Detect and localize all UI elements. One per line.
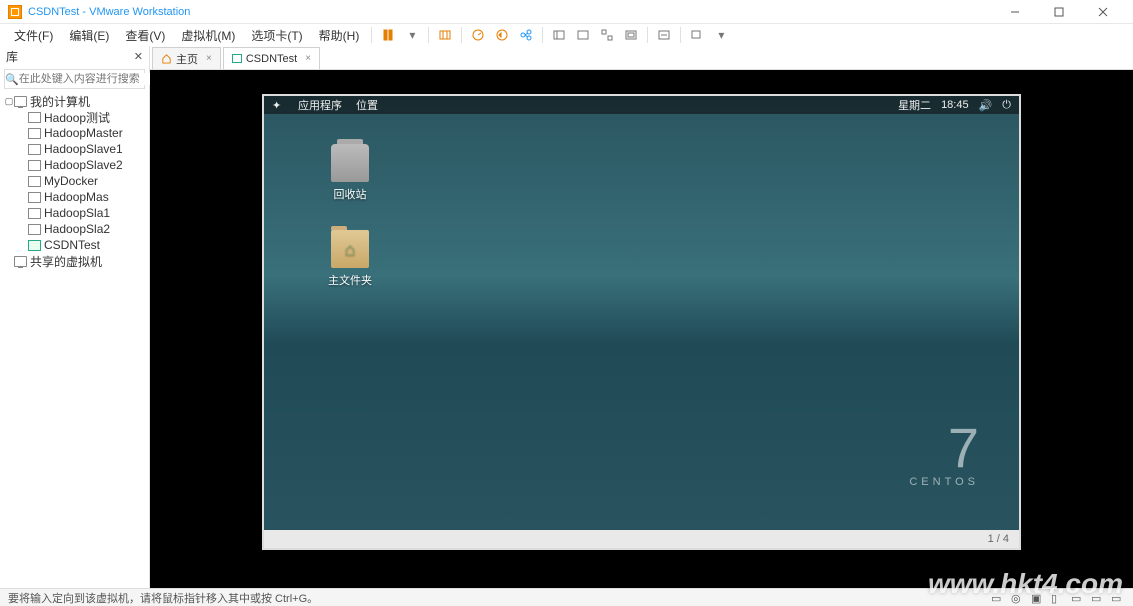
centos-logo-icon: ✦ [272, 99, 284, 111]
toolbar-cycle-dropdown[interactable]: ▾ [710, 25, 732, 45]
guest-desktop[interactable]: ✦ 应用程序 位置 星期二 18:45 🔊 ⏻ 回收站 [264, 96, 1019, 548]
status-sound-icon[interactable]: ▭ [1071, 592, 1085, 604]
vm-running-icon [232, 54, 242, 63]
menubar: 文件(F) 编辑(E) 查看(V) 虚拟机(M) 选项卡(T) 帮助(H) ▾ … [0, 24, 1133, 46]
vm-icon [28, 160, 41, 171]
menu-view[interactable]: 查看(V) [117, 27, 173, 44]
status-net-icon[interactable]: ▣ [1031, 592, 1045, 604]
guest-menu-applications[interactable]: 应用程序 [298, 97, 342, 113]
tree-root-my-computer[interactable]: ▢ 我的计算机 [0, 93, 149, 109]
toolbar-snapshot-button[interactable] [467, 25, 489, 45]
vm-icon [28, 128, 41, 139]
toolbar-snapshot-revert-button[interactable] [491, 25, 513, 45]
tab-csdntest[interactable]: CSDNTest × [223, 47, 320, 69]
toolbar-cycle-button[interactable] [686, 25, 708, 45]
workspace-indicator[interactable]: 1 / 4 [988, 533, 1009, 545]
sidebar-close-button[interactable]: ✕ [134, 50, 143, 63]
toolbar-pause-button[interactable] [377, 25, 399, 45]
tree-item-hadoopmas[interactable]: HadoopMas [0, 189, 149, 205]
library-tree: ▢ 我的计算机 Hadoop测试 HadoopMaster HadoopSlav… [0, 91, 149, 271]
tab-close-icon[interactable]: × [305, 53, 311, 64]
desktop-trash[interactable]: 回收站 [320, 144, 380, 202]
tree-shared-label: 共享的虚拟机 [30, 253, 102, 270]
menu-file[interactable]: 文件(F) [6, 27, 61, 44]
guest-menu-places[interactable]: 位置 [356, 97, 378, 113]
vm-icon [28, 176, 41, 187]
tree-item-hadoop-master[interactable]: HadoopMaster [0, 125, 149, 141]
tree-item-hadoopsla1[interactable]: HadoopSla1 [0, 205, 149, 221]
tree-item-hadoop-slave2[interactable]: HadoopSlave2 [0, 157, 149, 173]
status-hint: 要将输入定向到该虚拟机，请将鼠标指针移入其中或按 Ctrl+G。 [8, 590, 318, 606]
trash-icon [331, 144, 369, 182]
tab-row: 主页 × CSDNTest × [150, 46, 1133, 70]
toolbar-view-console-button[interactable] [572, 25, 594, 45]
computer-icon [14, 256, 27, 267]
vm-icon [28, 192, 41, 203]
guest-clock-time[interactable]: 18:45 [941, 99, 969, 111]
library-sidebar: 库 ✕ 🔍 ▼ ▢ 我的计算机 Hadoop测试 HadoopMaster Ha… [0, 46, 150, 588]
tree-item-hadoopsla2[interactable]: HadoopSla2 [0, 221, 149, 237]
tree-shared-vms[interactable]: 共享的虚拟机 [0, 253, 149, 269]
status-hdd-icon[interactable]: ▭ [991, 592, 1005, 604]
tab-home[interactable]: 主页 × [152, 47, 221, 69]
statusbar: 要将输入定向到该虚拟机，请将鼠标指针移入其中或按 Ctrl+G。 ▭ ◎ ▣ ▯… [0, 588, 1133, 606]
tree-root-label: 我的计算机 [30, 93, 90, 110]
status-device-icons: ▭ ◎ ▣ ▯ ▭ ▭ ▭ [991, 592, 1125, 604]
status-printer-icon[interactable]: ▭ [1091, 592, 1105, 604]
sidebar-search[interactable]: 🔍 ▼ [4, 69, 145, 89]
menu-edit[interactable]: 编辑(E) [61, 27, 117, 44]
vm-icon [28, 112, 41, 123]
toolbar-snapshot-manager-button[interactable] [515, 25, 537, 45]
vm-console[interactable]: ✦ 应用程序 位置 星期二 18:45 🔊 ⏻ 回收站 [150, 70, 1133, 588]
toolbar-fullscreen-button[interactable] [596, 25, 618, 45]
menu-vm[interactable]: 虚拟机(M) [173, 27, 243, 44]
power-icon[interactable]: ⏻ [1002, 99, 1011, 112]
toolbar-stretch-button[interactable] [653, 25, 675, 45]
status-display-icon[interactable]: ▭ [1111, 592, 1125, 604]
computer-icon [14, 96, 27, 107]
desktop-home-folder[interactable]: 主文件夹 [320, 230, 380, 288]
vmware-app-icon [8, 5, 22, 19]
status-cd-icon[interactable]: ◎ [1011, 592, 1025, 604]
vm-icon [28, 144, 41, 155]
toolbar-unity-button[interactable] [620, 25, 642, 45]
tab-active-label: CSDNTest [246, 53, 297, 65]
tree-item-csdntest[interactable]: CSDNTest [0, 237, 149, 253]
window-close-button[interactable] [1081, 0, 1125, 24]
tree-item-hadoop-test[interactable]: Hadoop测试 [0, 109, 149, 125]
toolbar-power-dropdown[interactable]: ▾ [401, 25, 423, 45]
search-icon: 🔍 [5, 73, 19, 86]
vm-running-icon [28, 240, 41, 251]
search-input[interactable] [19, 73, 161, 85]
guest-clock-day[interactable]: 星期二 [898, 97, 931, 113]
window-minimize-button[interactable] [993, 0, 1037, 24]
folder-home-icon [331, 230, 369, 268]
tab-close-icon[interactable]: × [206, 53, 212, 64]
centos-version: 7 [909, 420, 979, 476]
window-maximize-button[interactable] [1037, 0, 1081, 24]
guest-bottom-panel: 1 / 4 [264, 530, 1019, 548]
window-titlebar: CSDNTest - VMware Workstation [0, 0, 1133, 24]
tree-item-mydocker[interactable]: MyDocker [0, 173, 149, 189]
tree-item-hadoop-slave1[interactable]: HadoopSlave1 [0, 141, 149, 157]
window-title: CSDNTest - VMware Workstation [28, 6, 190, 18]
home-icon [161, 53, 172, 64]
centos-name: CENTOS [909, 476, 979, 488]
menu-help[interactable]: 帮助(H) [311, 27, 368, 44]
vm-icon [28, 208, 41, 219]
menu-tabs[interactable]: 选项卡(T) [243, 27, 310, 44]
tree-collapse-icon[interactable]: ▢ [4, 96, 14, 107]
guest-top-panel: ✦ 应用程序 位置 星期二 18:45 🔊 ⏻ [264, 96, 1019, 114]
toolbar-view-sidebar-button[interactable] [548, 25, 570, 45]
tab-home-label: 主页 [176, 51, 198, 67]
desktop-trash-label: 回收站 [320, 186, 380, 202]
status-usb-icon[interactable]: ▯ [1051, 592, 1065, 604]
vm-icon [28, 224, 41, 235]
centos-wallpaper-logo: 7 CENTOS [909, 420, 979, 488]
desktop-home-label: 主文件夹 [320, 272, 380, 288]
content-area: 主页 × CSDNTest × ✦ 应用程序 位置 星 [150, 46, 1133, 588]
volume-icon[interactable]: 🔊 [979, 99, 993, 112]
toolbar-send-cad-button[interactable] [434, 25, 456, 45]
sidebar-title: 库 [6, 48, 18, 65]
